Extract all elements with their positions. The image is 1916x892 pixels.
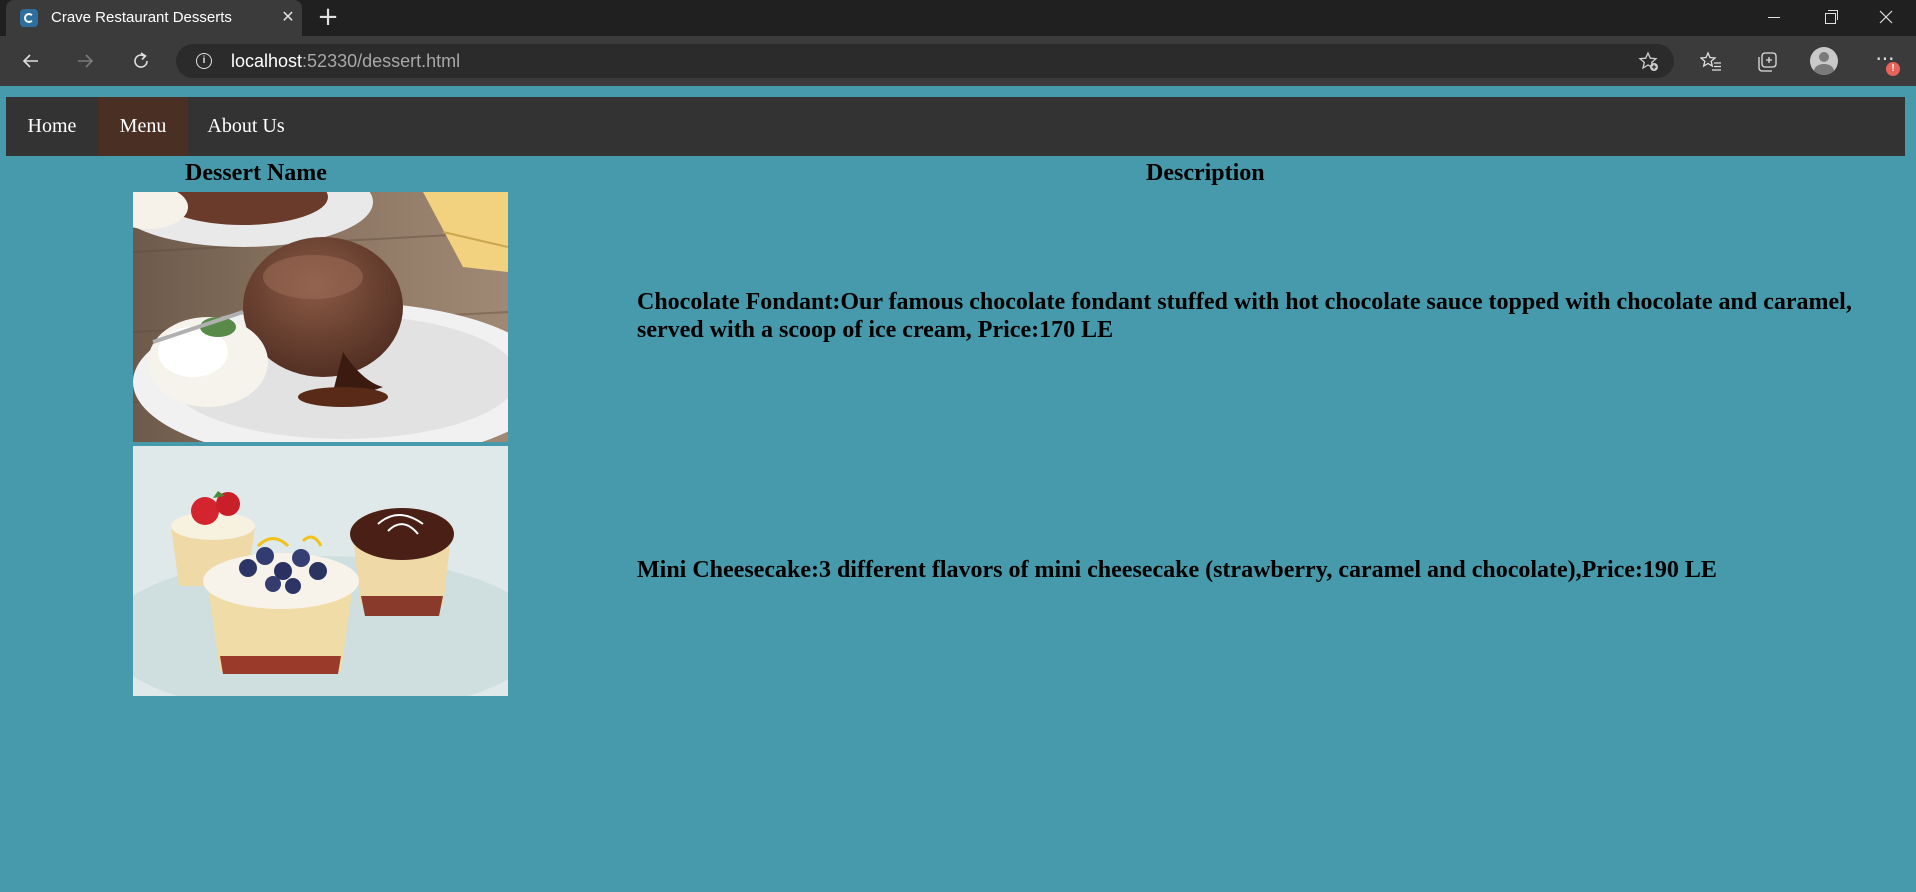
new-tab-button[interactable]: +: [314, 4, 342, 32]
add-favorite-icon[interactable]: [1638, 51, 1660, 73]
favorites-icon: [1700, 51, 1721, 71]
address-bar[interactable]: i localhost:52330/dessert.html: [176, 44, 1674, 78]
collections-icon: [1758, 52, 1777, 72]
alert-badge: !: [1886, 62, 1900, 76]
chocolate-fondant-image: [133, 192, 508, 442]
arrow-left-icon: [22, 54, 38, 68]
favorites-button[interactable]: [1693, 44, 1727, 78]
site-info-icon[interactable]: i: [196, 53, 212, 69]
forward-button[interactable]: [68, 44, 102, 78]
description-mini-cheesecake: Mini Cheesecake:3 different flavors of m…: [637, 557, 1717, 583]
url-text[interactable]: localhost:52330/dessert.html: [231, 51, 460, 72]
reload-button[interactable]: [124, 44, 158, 78]
description-chocolate-fondant: Chocolate Fondant:Our famous chocolate f…: [637, 289, 1852, 343]
tab-title: Crave Restaurant Desserts: [51, 9, 232, 26]
browser-tab[interactable]: Crave Restaurant Desserts ✕: [6, 0, 302, 36]
site-favicon-icon: [20, 9, 38, 27]
browser-titlebar: Crave Restaurant Desserts ✕ +: [0, 0, 1916, 36]
close-window-button[interactable]: [1858, 0, 1914, 36]
nav-link-about-us[interactable]: About Us: [188, 97, 304, 156]
browser-toolbar: i localhost:52330/dessert.html ··· !: [0, 36, 1916, 86]
refresh-icon: [134, 52, 148, 68]
restore-button[interactable]: [1802, 0, 1858, 36]
nav-link-home[interactable]: Home: [6, 97, 98, 156]
arrow-right-icon: [78, 54, 94, 68]
close-icon: [1879, 10, 1893, 24]
profile-avatar[interactable]: [1810, 47, 1838, 75]
mini-cheesecake-image: [133, 446, 508, 696]
tab-close-icon[interactable]: ✕: [278, 7, 298, 27]
back-button[interactable]: [14, 44, 48, 78]
site-nav: Home Menu About Us: [6, 97, 1905, 156]
nav-link-menu[interactable]: Menu: [98, 97, 188, 156]
collections-button[interactable]: [1749, 44, 1783, 78]
minimize-button[interactable]: [1746, 0, 1802, 36]
header-description: Description: [1146, 160, 1265, 186]
header-dessert-name: Dessert Name: [185, 160, 327, 186]
